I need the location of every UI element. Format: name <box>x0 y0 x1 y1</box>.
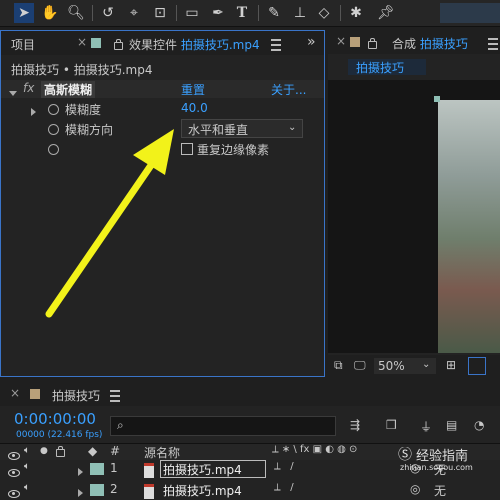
solo-icon[interactable]: ● <box>40 446 48 456</box>
zoom-value: 50% <box>378 359 405 373</box>
tab-composition[interactable]: 合成 拍摄技巧 <box>392 35 468 52</box>
comp-subtab[interactable]: 拍摄技巧 <box>348 59 426 75</box>
visibility-icon[interactable] <box>8 490 20 498</box>
label-icon[interactable]: ◆ <box>88 444 97 458</box>
layer-name[interactable]: 拍摄技巧.mp4 <box>163 482 242 499</box>
puppet-pin-icon[interactable]: 📌︎ <box>376 3 396 23</box>
audio-icon[interactable]: 🔈︎ <box>24 445 30 456</box>
lock-column-icon[interactable] <box>56 445 65 459</box>
tools-toolbar: ➤ ✋ 🔍︎ ↺ ⌖ ⊡ ▭ ✒ T ✎ ⊥ ◇ ✱ 📌︎ <box>0 0 500 27</box>
col-source-name[interactable]: 源名称 <box>144 444 180 461</box>
type-tool-icon[interactable]: T <box>232 3 252 23</box>
annotation-arrow <box>45 129 174 318</box>
effect-controls-panel: 项目 × 效果控件 拍摄技巧.mp4 » 拍摄技巧 • 拍摄技巧.mp4 fx … <box>0 30 325 377</box>
tab-comp-name: 拍摄技巧 <box>419 37 468 51</box>
layer-parent[interactable]: 无 <box>434 482 446 499</box>
timecode[interactable]: 0:00:00:00 <box>14 410 96 428</box>
visibility-icon[interactable] <box>8 452 20 460</box>
lock-icon[interactable] <box>368 38 377 49</box>
transparency-icon[interactable] <box>468 357 486 375</box>
roto-brush-icon[interactable]: ✱ <box>346 3 366 23</box>
close-icon[interactable]: × <box>10 386 20 400</box>
layer-switches[interactable]: ⟂ / <box>274 461 294 472</box>
watermark-logo-icon: Ⓢ <box>398 447 412 463</box>
comp-tab-row: × 合成 拍摄技巧 <box>328 30 500 54</box>
frame-count: 00000 (22.416 fps) <box>16 430 103 440</box>
panel-menu-icon[interactable] <box>488 38 498 53</box>
rotate-tool-icon[interactable]: ↺ <box>98 3 118 23</box>
visibility-icon[interactable] <box>8 469 20 477</box>
layer-search-input[interactable]: ⌕ <box>110 416 336 436</box>
layer-index: 2 <box>110 482 118 496</box>
comp-color-swatch <box>350 37 360 47</box>
tab-timeline[interactable]: 拍摄技巧 <box>52 387 100 404</box>
parent-pick-icon[interactable]: ◎ <box>410 482 420 496</box>
close-icon[interactable]: × <box>336 34 346 48</box>
region-icon[interactable]: ⧉ <box>334 358 343 373</box>
motion-blur-icon[interactable]: ◔ <box>474 418 484 432</box>
draft-3d-icon[interactable]: ❒ <box>386 418 397 432</box>
layer-switches[interactable]: ⟂ / <box>274 482 294 493</box>
camera-orbit-icon[interactable]: ⌖ <box>124 3 144 23</box>
panel-menu-icon[interactable] <box>110 390 120 405</box>
selection-tool-icon[interactable]: ➤ <box>14 3 34 23</box>
layer-index: 1 <box>110 461 118 475</box>
composition-panel: × 合成 拍摄技巧 拍摄技巧 ⧉ 🖵︎ 50% ⌄ ⊞ <box>328 30 500 377</box>
layer-name: 拍摄技巧.mp4 <box>163 463 242 477</box>
video-file-icon <box>144 463 154 478</box>
pen-tool-icon[interactable]: ✒ <box>208 3 228 23</box>
search-icon: ⌕ <box>117 418 124 432</box>
tab-comp-label: 合成 <box>392 37 417 51</box>
zoom-dropdown[interactable]: 50% ⌄ <box>374 358 436 374</box>
frame-blending-icon[interactable]: ▤ <box>446 418 457 432</box>
video-frame-preview <box>438 100 500 353</box>
clone-stamp-icon[interactable]: ⊥ <box>290 3 310 23</box>
watermark-text: 经验指南 <box>416 449 469 464</box>
comp-mini-flowchart-icon[interactable]: ⇶ <box>350 418 360 432</box>
hand-tool-icon[interactable]: ✋ <box>40 3 60 23</box>
audio-icon[interactable]: 🔈︎ <box>24 482 30 493</box>
expand-triangle-icon[interactable] <box>78 465 83 479</box>
comp-color-swatch <box>30 389 40 399</box>
comp-viewer[interactable] <box>328 80 500 353</box>
comp-subtab-label: 拍摄技巧 <box>356 61 405 75</box>
brush-tool-icon[interactable]: ✎ <box>264 3 284 23</box>
eraser-tool-icon[interactable]: ◇ <box>314 3 334 23</box>
switches-icon: ⟂ ∗ \ fx ▣ ◐ ◍ ⊙ <box>272 444 358 455</box>
grid-icon[interactable]: ⊞ <box>446 358 456 372</box>
chevron-down-icon: ⌄ <box>422 359 431 370</box>
table-row[interactable]: 🔈︎ 2 拍摄技巧.mp4 ⟂ / ◎ 无 <box>0 481 500 499</box>
layer-label-color[interactable] <box>90 484 104 496</box>
toolbar-extra <box>440 3 500 23</box>
monitor-icon[interactable]: 🖵︎ <box>354 358 366 373</box>
col-number: # <box>110 444 121 458</box>
rectangle-tool-icon[interactable]: ▭ <box>182 3 202 23</box>
layer-handle[interactable] <box>434 96 440 102</box>
timeline-panel: × 拍摄技巧 0:00:00:00 00000 (22.416 fps) ⌕ ⇶… <box>0 382 500 500</box>
video-file-icon <box>144 484 154 499</box>
shy-layers-icon[interactable]: ⏚ <box>420 418 432 435</box>
watermark: Ⓢ 经验指南 zhinan.sogou.com <box>398 444 498 474</box>
comp-footer: ⧉ 🖵︎ 50% ⌄ ⊞ <box>328 355 500 377</box>
audio-icon[interactable]: 🔈︎ <box>24 461 30 472</box>
timeline-tab-row: × 拍摄技巧 <box>0 382 500 406</box>
layer-label-color[interactable] <box>90 463 104 475</box>
pan-behind-icon[interactable]: ⊡ <box>150 3 170 23</box>
zoom-tool-icon[interactable]: 🔍︎ <box>66 3 86 23</box>
expand-triangle-icon[interactable] <box>78 486 83 500</box>
layer-name-field[interactable]: 拍摄技巧.mp4 <box>160 460 266 478</box>
watermark-url: zhinan.sogou.com <box>400 463 473 472</box>
